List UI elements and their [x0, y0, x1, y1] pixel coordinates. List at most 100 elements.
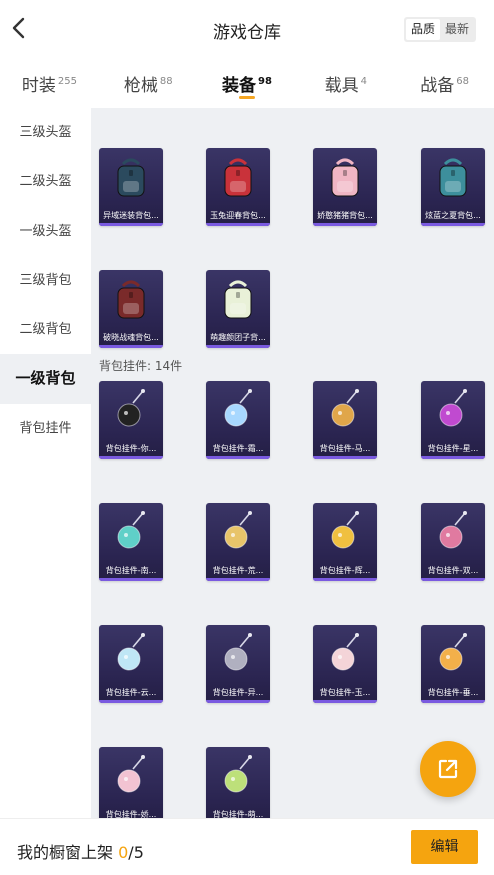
pendant-item[interactable]: 背包挂件-娇... [99, 747, 163, 818]
backpack-item[interactable]: 异域迷装背包... [99, 148, 163, 226]
pendant-item[interactable]: 背包挂件-玉... [313, 625, 377, 703]
backpack-item[interactable]: 萌趣颜团子背... [206, 270, 270, 348]
pendant-item[interactable]: 背包挂件-荒... [206, 503, 270, 581]
item-card: 背包挂件-萌... [206, 747, 270, 818]
item-name: 背包挂件-萌... [212, 810, 264, 818]
backpack-item[interactable]: 破晓战魂背包... [99, 270, 163, 348]
sidebar-item-helmet-lv2[interactable]: 二级头盔 [0, 157, 91, 206]
sidebar-item-backpack-lv1[interactable]: 一级背包 [0, 354, 91, 404]
pendant-item[interactable]: 背包挂件-你... [99, 381, 163, 459]
item-name: 背包挂件-霜... [212, 444, 264, 453]
sword-charm-icon [117, 511, 145, 549]
backpack-icon [331, 158, 359, 197]
item-card: 背包挂件-辉... [313, 503, 377, 581]
wings-charm-icon [224, 633, 252, 671]
pendant-item[interactable]: 背包挂件-辉... [313, 503, 377, 581]
item-name: 背包挂件-娇... [105, 810, 157, 818]
item-name: 背包挂件-南... [105, 566, 157, 575]
item-name: 背包挂件-云... [105, 688, 157, 697]
pendant-item[interactable]: 背包挂件-异... [206, 625, 270, 703]
item-image [99, 505, 163, 561]
item-image [313, 627, 377, 683]
item-image [421, 627, 485, 683]
tab-weapons[interactable]: 枪械 88 [99, 58, 198, 108]
item-card: 背包挂件-玉... [313, 625, 377, 703]
pendant-item[interactable]: 背包挂件-云... [99, 625, 163, 703]
item-card: 背包挂件-霜... [206, 381, 270, 459]
tab-count: 88 [159, 76, 173, 88]
cat-charm-icon [439, 633, 467, 671]
pig-charm-icon [117, 755, 145, 793]
dumpling-charm-icon [224, 755, 252, 793]
rabbit-charm-icon [331, 633, 359, 671]
shelf-status: 我的橱窗上架 0/5 [17, 839, 144, 863]
sidebar: 三级头盔 二级头盔 一级头盔 三级背包 二级背包 一级背包 背包挂件 [0, 108, 91, 818]
pendant-item[interactable]: 背包挂件-马... [313, 381, 377, 459]
planet-charm-icon [439, 389, 467, 427]
star-charm-icon [224, 511, 252, 549]
item-image [313, 150, 377, 206]
item-image [99, 383, 163, 439]
pendant-item[interactable]: 背包挂件-垂... [421, 625, 485, 703]
item-name: 背包挂件-辉... [319, 566, 371, 575]
item-image [421, 383, 485, 439]
item-card: 背包挂件-马... [313, 381, 377, 459]
item-image [206, 749, 270, 805]
tab-count: 4 [360, 76, 367, 88]
tab-vehicles[interactable]: 载具 4 [296, 58, 395, 108]
item-name: 炫蓝之夏背包... [425, 211, 481, 220]
item-image [99, 627, 163, 683]
sidebar-item-helmet-lv1[interactable]: 一级头盔 [0, 207, 91, 256]
edit-button[interactable]: 编辑 [411, 830, 478, 864]
item-name: 背包挂件-你... [105, 444, 157, 453]
item-image [313, 383, 377, 439]
sidebar-item-pendants[interactable]: 背包挂件 [0, 404, 91, 453]
sidebar-item-helmet-lv3[interactable]: 三级头盔 [0, 108, 91, 157]
pendant-item[interactable]: 背包挂件-南... [99, 503, 163, 581]
item-card: 背包挂件-娇... [99, 747, 163, 818]
item-name: 娇憨猪猪背包... [317, 211, 373, 220]
feather-charm-icon [331, 511, 359, 549]
tab-fashion[interactable]: 时装 255 [0, 58, 99, 108]
item-card: 背包挂件-你... [99, 381, 163, 459]
item-image [206, 383, 270, 439]
pendant-item[interactable]: 背包挂件-双... [421, 503, 485, 581]
item-name: 背包挂件-双... [427, 566, 479, 575]
item-image [421, 505, 485, 561]
shelf-total-count: /5 [128, 843, 144, 862]
backpack-item[interactable]: 娇憨猪猪背包... [313, 148, 377, 226]
tab-label: 装备 [222, 76, 257, 96]
tab-label: 战备 [420, 76, 455, 96]
tab-supplies[interactable]: 战备 68 [395, 58, 494, 108]
pendant-item[interactable]: 背包挂件-星... [421, 381, 485, 459]
item-name: 破晓战魂背包... [103, 333, 159, 342]
pendant-item[interactable]: 背包挂件-霜... [206, 381, 270, 459]
tab-label: 枪械 [123, 76, 158, 96]
footer-bar: 我的橱窗上架 0/5 编辑 [0, 818, 494, 875]
pendant-item[interactable]: 背包挂件-萌... [206, 747, 270, 818]
item-name: 背包挂件-垂... [427, 688, 479, 697]
tab-label: 时装 [21, 76, 56, 96]
shelf-label: 我的橱窗上架 [17, 843, 114, 862]
share-button[interactable] [420, 741, 476, 797]
sidebar-item-backpack-lv2[interactable]: 二级背包 [0, 305, 91, 354]
item-card: 玉兔迎春背包... [206, 148, 270, 226]
item-image [206, 272, 270, 328]
item-image [99, 272, 163, 328]
item-name: 玉兔迎春背包... [210, 211, 266, 220]
sort-by-quality[interactable]: 品质 [406, 19, 441, 40]
sort-toggle: 品质 最新 [404, 17, 477, 42]
horse-charm-icon [331, 389, 359, 427]
backpack-item[interactable]: 炫蓝之夏背包... [421, 148, 485, 226]
cloud-charm-icon [117, 633, 145, 671]
item-image [99, 150, 163, 206]
item-card: 背包挂件-荒... [206, 503, 270, 581]
backpack-item[interactable]: 玉兔迎春背包... [206, 148, 270, 226]
sort-by-newest[interactable]: 最新 [440, 19, 474, 40]
item-name: 背包挂件-星... [427, 444, 479, 453]
warehouse-screen: 游戏仓库 品质 最新 时装 255 枪械 88 装备 98 载具 4 战备 68 三级头盔… [0, 0, 494, 875]
tab-equipment[interactable]: 装备 98 [198, 58, 297, 108]
tab-count: 255 [57, 76, 77, 88]
sidebar-item-backpack-lv3[interactable]: 三级背包 [0, 256, 91, 305]
backpack-icon [224, 158, 252, 197]
